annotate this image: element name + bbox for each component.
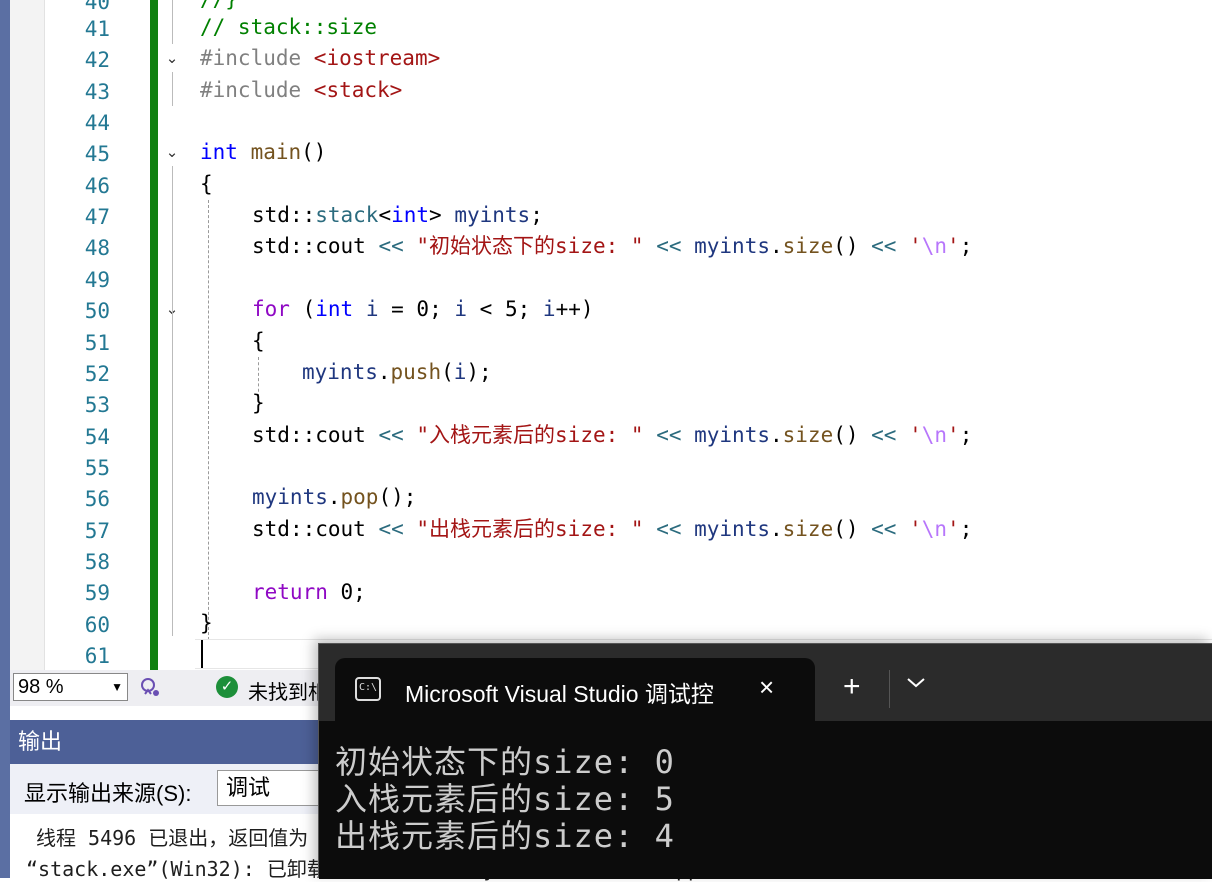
change-tracking-bar: [150, 0, 158, 670]
code-line: myints.pop();: [252, 485, 417, 509]
code-line: }: [200, 611, 213, 635]
fold-chevron-icon[interactable]: ⌄: [163, 50, 181, 68]
code-line: }: [252, 391, 265, 415]
line-number: 43: [84, 80, 110, 104]
code-line: myints.push(i);: [302, 360, 492, 384]
line-number: 58: [84, 550, 110, 574]
indent-guide: [208, 200, 209, 640]
line-number: 56: [84, 487, 110, 511]
line-number: 53: [84, 393, 110, 417]
zoom-select[interactable]: 98 % ▼: [13, 673, 128, 701]
chevron-down-icon[interactable]: [905, 674, 927, 695]
line-number: 57: [84, 519, 110, 543]
line-number: 55: [84, 456, 110, 480]
line-number: 60: [84, 613, 110, 637]
terminal-titlebar: C:\ Microsoft Visual Studio 调试控 × +: [319, 644, 1212, 721]
line-number: 54: [84, 425, 110, 449]
code-line: for (int i = 0; i < 5; i++): [252, 297, 594, 321]
line-number: 44: [84, 111, 110, 135]
fold-guide: [172, 0, 173, 44]
code-line: std::stack<int> myints;: [252, 203, 543, 227]
debug-console-window[interactable]: C:\ Microsoft Visual Studio 调试控 × + 初始状态…: [318, 643, 1212, 879]
code-line: {: [200, 172, 213, 196]
code-editor[interactable]: 40 41 42 43 44 45 46 47 48 49 50 51 52 5…: [0, 0, 1212, 670]
line-number: 49: [84, 268, 110, 292]
output-source-label: 显示输出来源(S):: [24, 781, 192, 806]
code-line: std::cout << "初始状态下的size: " << myints.si…: [252, 234, 973, 258]
code-line: int main(): [200, 140, 327, 164]
titlebar-separator: [889, 670, 890, 708]
line-number: 42: [84, 48, 110, 72]
window-left-edge: [0, 0, 10, 878]
line-number: 46: [84, 174, 110, 198]
line-number: 52: [84, 362, 110, 386]
code-line: {: [252, 329, 265, 353]
code-line: #include <stack>: [200, 78, 403, 102]
code-line: #include <iostream>: [200, 46, 441, 70]
editor-margin: [10, 0, 44, 670]
fold-chevron-icon[interactable]: ⌄: [163, 144, 181, 162]
text-caret: [201, 640, 203, 668]
terminal-tab-title: Microsoft Visual Studio 调试控: [405, 681, 714, 707]
console-icon: C:\: [355, 677, 381, 701]
line-number: 51: [84, 331, 110, 355]
fold-guide: [172, 72, 173, 106]
dropdown-arrow-icon: ▼: [111, 680, 123, 694]
code-line: // stack::size: [200, 15, 378, 39]
code-line: std::cout << "出栈元素后的size: " << myints.si…: [252, 517, 973, 541]
gutter-divider: [44, 0, 45, 670]
new-tab-plus-icon[interactable]: +: [843, 672, 861, 702]
code-line: return 0;: [252, 580, 366, 604]
terminal-tab[interactable]: C:\ Microsoft Visual Studio 调试控 ×: [335, 658, 815, 721]
intellicode-suggestions-icon[interactable]: [138, 675, 162, 699]
terminal-output-line: 出栈元素后的size: 4: [335, 817, 675, 855]
line-number: 45: [84, 142, 110, 166]
line-number: 59: [84, 581, 110, 605]
line-number: 50: [84, 299, 110, 323]
close-icon[interactable]: ×: [759, 672, 774, 703]
line-number: 61: [84, 644, 110, 668]
line-number: 41: [84, 17, 110, 41]
line-number: 48: [84, 236, 110, 260]
fold-guide: [172, 323, 173, 419]
line-number: 47: [84, 205, 110, 229]
check-circle-icon: ✓: [216, 676, 238, 698]
code-line: std::cout << "入栈元素后的size: " << myints.si…: [252, 423, 973, 447]
terminal-output[interactable]: 初始状态下的size: 0 入栈元素后的size: 5 出栈元素后的size: …: [319, 721, 1212, 879]
